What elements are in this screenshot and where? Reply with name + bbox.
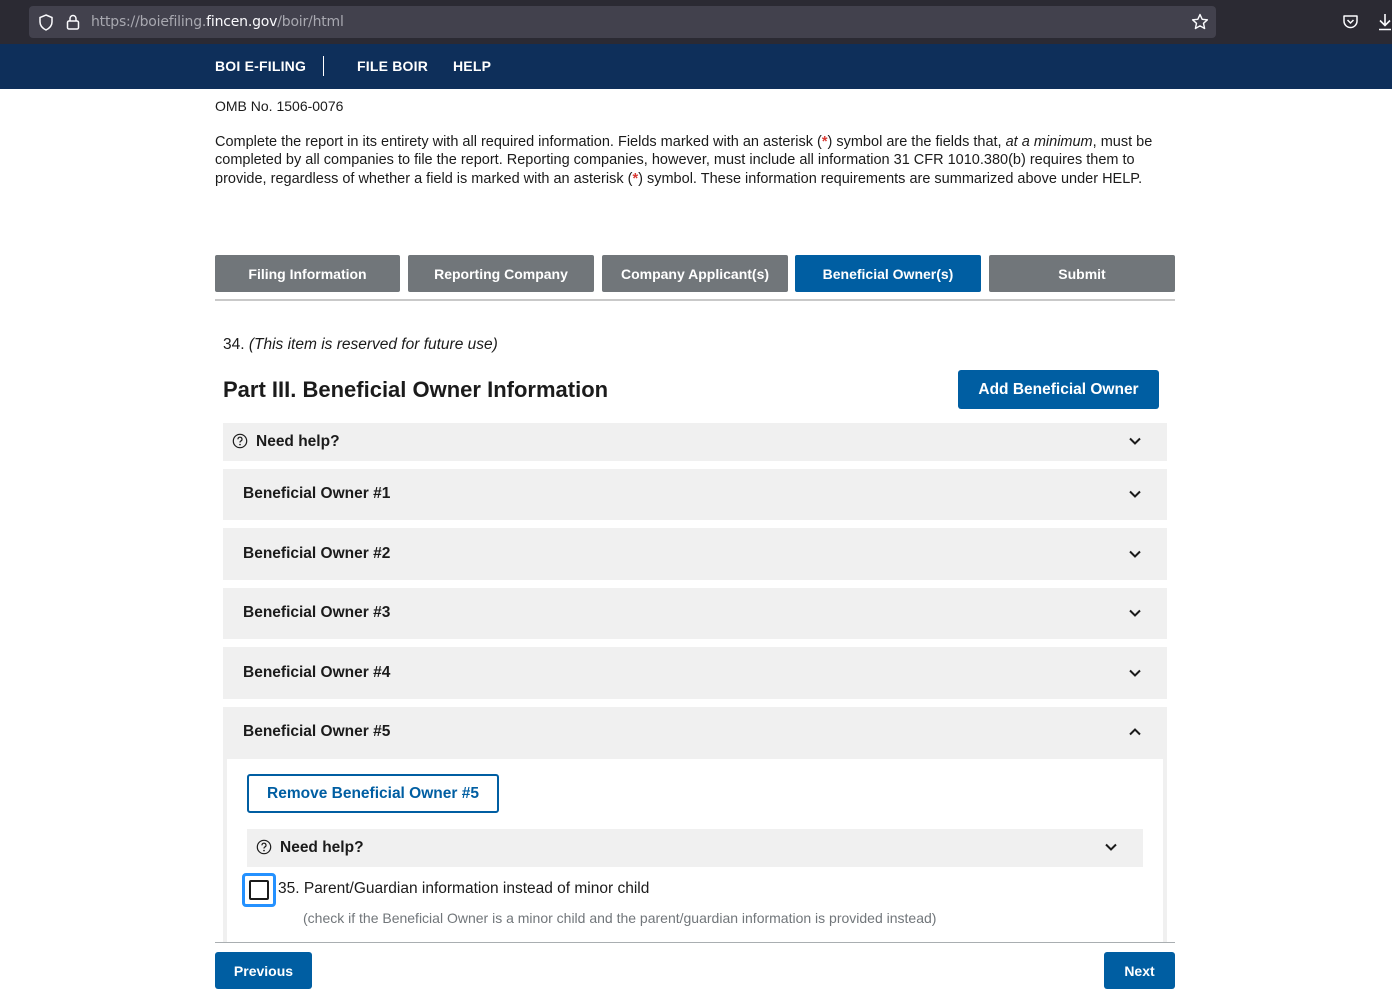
- help-circle-icon: [256, 839, 272, 855]
- chevron-down-icon: [1105, 843, 1117, 851]
- browser-toolbar: https://boiefiling.fincen.gov/boir/html: [0, 0, 1392, 44]
- page-title: Part III. Beneficial Owner Information: [223, 377, 609, 402]
- need-help-label: Need help?: [280, 839, 364, 856]
- item-34-reserved: 34. (This item is reserved for future us…: [223, 336, 498, 353]
- accordion-title: Beneficial Owner #2: [243, 545, 391, 562]
- accordion-title: Beneficial Owner #4: [243, 664, 391, 681]
- chevron-down-icon: [1129, 550, 1141, 558]
- chevron-down-icon: [1129, 669, 1141, 677]
- chevron-down-icon: [1129, 437, 1141, 445]
- accordion-title: Beneficial Owner #3: [243, 604, 391, 621]
- chevron-down-icon: [1129, 609, 1141, 617]
- divider: [215, 942, 1175, 943]
- beneficial-owner-2-accordion[interactable]: Beneficial Owner #2: [223, 528, 1167, 580]
- help-circle-icon: [232, 433, 248, 449]
- bookmark-star-icon[interactable]: [1191, 13, 1209, 31]
- tab-beneficial-owners[interactable]: Beneficial Owner(s): [795, 255, 981, 292]
- nav-brand-link[interactable]: BOI E-FILING: [215, 58, 306, 74]
- omb-number: OMB No. 1506-0076: [215, 98, 344, 114]
- accordion-title: Beneficial Owner #5: [243, 723, 391, 740]
- item-35-label[interactable]: 35. Parent/Guardian information instead …: [278, 880, 649, 898]
- footer-bar: [0, 943, 1392, 1000]
- pocket-icon[interactable]: [1342, 14, 1359, 30]
- tab-filing-information[interactable]: Filing Information: [215, 255, 400, 292]
- chevron-up-icon: [1129, 728, 1141, 736]
- remove-beneficial-owner-button[interactable]: Remove Beneficial Owner #5: [247, 774, 499, 813]
- url-text[interactable]: https://boiefiling.fincen.gov/boir/html: [91, 14, 344, 30]
- beneficial-owner-4-accordion[interactable]: Beneficial Owner #4: [223, 647, 1167, 699]
- site-nav: BOI E-FILING FILE BOIR HELP: [0, 44, 1392, 89]
- previous-button[interactable]: Previous: [215, 952, 312, 989]
- need-help-label: Need help?: [256, 433, 340, 450]
- parent-guardian-checkbox[interactable]: [242, 873, 276, 907]
- download-icon[interactable]: [1378, 13, 1392, 31]
- tab-submit[interactable]: Submit: [989, 255, 1175, 292]
- intro-instructions: Complete the report in its entirety with…: [215, 134, 1153, 187]
- next-button[interactable]: Next: [1104, 952, 1175, 989]
- beneficial-owner-3-accordion[interactable]: Beneficial Owner #3: [223, 588, 1167, 639]
- chevron-down-icon: [1129, 490, 1141, 498]
- shield-icon[interactable]: [38, 14, 54, 31]
- beneficial-owner-1-accordion[interactable]: Beneficial Owner #1: [223, 469, 1167, 520]
- nav-file-boir-link[interactable]: FILE BOIR: [357, 58, 428, 74]
- accordion-title: Beneficial Owner #1: [243, 485, 391, 502]
- lock-icon[interactable]: [66, 14, 80, 30]
- tab-company-applicants[interactable]: Company Applicant(s): [602, 255, 788, 292]
- add-beneficial-owner-button[interactable]: Add Beneficial Owner: [958, 370, 1159, 409]
- divider: [215, 299, 1175, 301]
- nav-divider: [323, 56, 324, 76]
- address-bar[interactable]: https://boiefiling.fincen.gov/boir/html: [29, 6, 1216, 38]
- owner-need-help-accordion[interactable]: Need help?: [247, 829, 1143, 867]
- item-35-hint: (check if the Beneficial Owner is a mino…: [303, 910, 937, 926]
- nav-help-link[interactable]: HELP: [453, 58, 491, 74]
- step-tabs: Filing Information Reporting Company Com…: [215, 255, 1175, 293]
- tab-reporting-company[interactable]: Reporting Company: [408, 255, 594, 292]
- checkbox-box: [249, 880, 269, 900]
- need-help-accordion[interactable]: Need help?: [223, 423, 1167, 461]
